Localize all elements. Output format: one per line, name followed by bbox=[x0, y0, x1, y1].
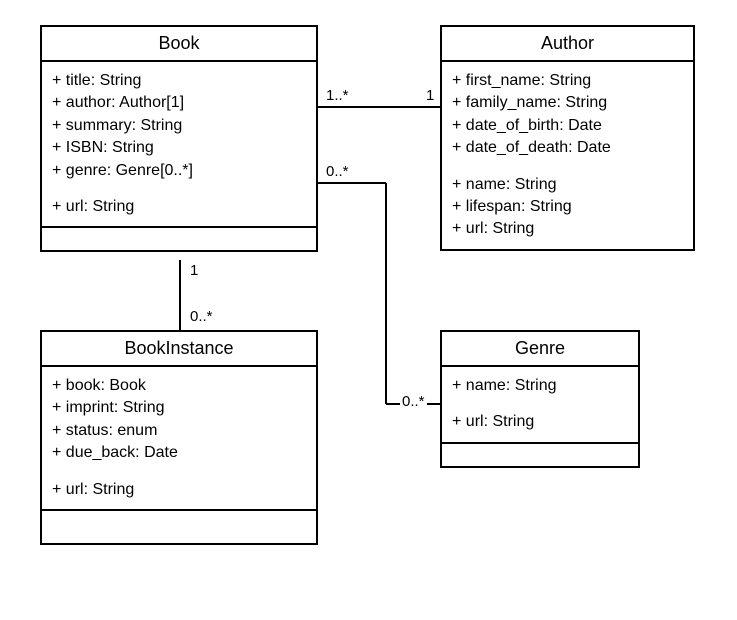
class-genre: Genre + name: String + url: String bbox=[440, 330, 640, 468]
class-bookinstance: BookInstance + book: Book + imprint: Str… bbox=[40, 330, 318, 545]
genre-attr: + name: String bbox=[452, 375, 628, 397]
genre-attr: + url: String bbox=[452, 411, 628, 433]
bookinstance-attr: + imprint: String bbox=[52, 397, 306, 419]
bookinstance-attr: + book: Book bbox=[52, 375, 306, 397]
mult-book-genre-genre: 0..* bbox=[400, 393, 427, 410]
class-author-body: + first_name: String + family_name: Stri… bbox=[442, 62, 693, 249]
class-genre-body: + name: String + url: String bbox=[442, 367, 638, 444]
book-attr: + genre: Genre[0..*] bbox=[52, 160, 306, 182]
book-attr: + title: String bbox=[52, 70, 306, 92]
bookinstance-attr: + url: String bbox=[52, 479, 306, 501]
class-book-body: + title: String + author: Author[1] + su… bbox=[42, 62, 316, 228]
book-attr: + ISBN: String bbox=[52, 137, 306, 159]
author-attr: + name: String bbox=[452, 174, 683, 196]
book-attr: + summary: String bbox=[52, 115, 306, 137]
author-attr: + date_of_death: Date bbox=[452, 137, 683, 159]
class-bookinstance-footer bbox=[42, 511, 316, 543]
author-attr: + url: String bbox=[452, 218, 683, 240]
bookinstance-attr: + due_back: Date bbox=[52, 442, 306, 464]
mult-book-instance-book: 1 bbox=[188, 262, 200, 279]
bookinstance-attr: + status: enum bbox=[52, 420, 306, 442]
mult-book-instance-instance: 0..* bbox=[188, 308, 215, 325]
class-book: Book + title: String + author: Author[1]… bbox=[40, 25, 318, 252]
class-book-footer bbox=[42, 228, 316, 250]
author-attr: + family_name: String bbox=[452, 92, 683, 114]
author-attr: + lifespan: String bbox=[452, 196, 683, 218]
mult-book-author-author: 1 bbox=[424, 87, 436, 104]
mult-book-author-book: 1..* bbox=[324, 87, 351, 104]
class-book-title: Book bbox=[42, 27, 316, 62]
class-author: Author + first_name: String + family_nam… bbox=[440, 25, 695, 251]
mult-book-genre-book: 0..* bbox=[324, 163, 351, 180]
class-bookinstance-title: BookInstance bbox=[42, 332, 316, 367]
book-attr: + url: String bbox=[52, 196, 306, 218]
author-attr: + date_of_birth: Date bbox=[452, 115, 683, 137]
class-bookinstance-body: + book: Book + imprint: String + status:… bbox=[42, 367, 316, 511]
class-genre-title: Genre bbox=[442, 332, 638, 367]
book-attr: + author: Author[1] bbox=[52, 92, 306, 114]
author-attr: + first_name: String bbox=[452, 70, 683, 92]
class-genre-footer bbox=[442, 444, 638, 466]
class-author-title: Author bbox=[442, 27, 693, 62]
